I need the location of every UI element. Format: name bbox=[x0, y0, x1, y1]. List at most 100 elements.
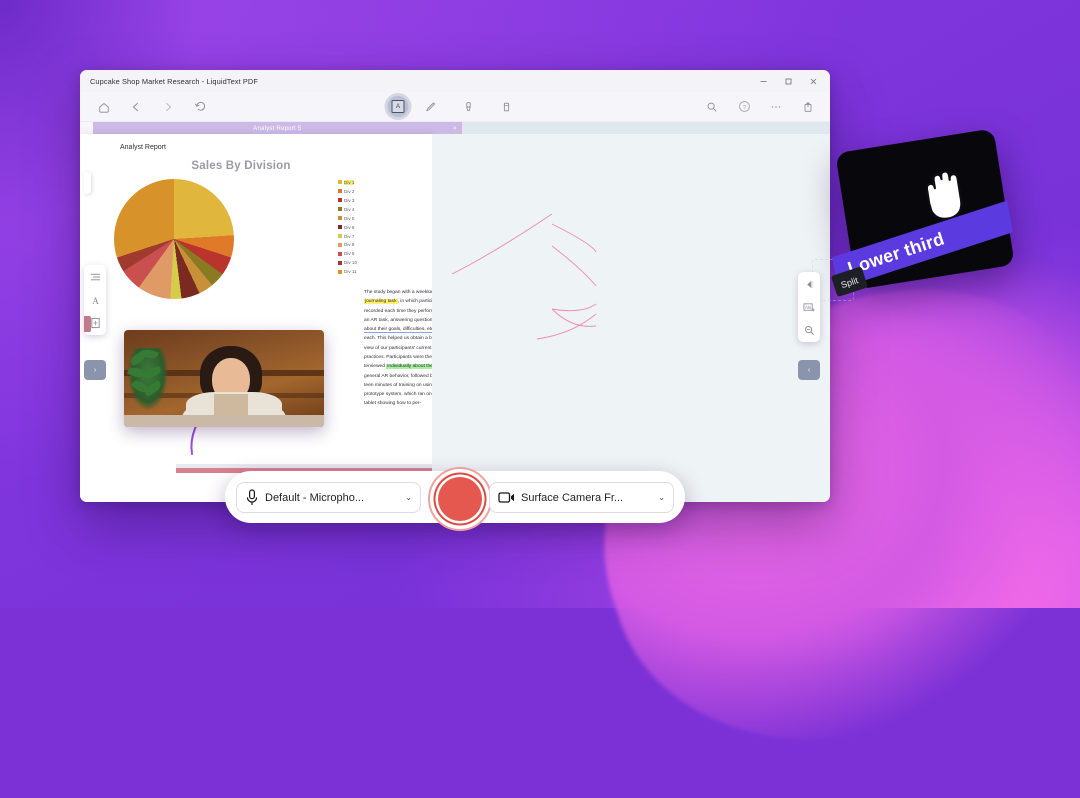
svg-text:A: A bbox=[92, 296, 99, 306]
legend-swatch bbox=[338, 242, 342, 247]
legend-label: Div 9 bbox=[344, 251, 355, 257]
document-text-line: recorded each time they performed bbox=[364, 308, 432, 314]
legend-item: Div 10 bbox=[338, 259, 357, 267]
record-button-inner bbox=[438, 477, 482, 521]
legend-item: Div 3 bbox=[338, 196, 357, 204]
legend-swatch bbox=[338, 225, 342, 230]
camera-selector[interactable]: Surface Camera Fr... ⌄ bbox=[489, 482, 674, 513]
highlighter-tool-icon[interactable] bbox=[453, 93, 485, 120]
legend-item: Div 8 bbox=[338, 241, 357, 249]
zoom-search-icon[interactable] bbox=[802, 323, 816, 337]
chevron-down-icon[interactable]: ⌄ bbox=[405, 493, 412, 502]
outline-list-icon[interactable] bbox=[88, 270, 102, 284]
toolbar-tool-group: A bbox=[387, 93, 523, 120]
microphone-icon bbox=[246, 489, 258, 505]
legend-label: Div 4 bbox=[344, 206, 355, 212]
workspace-canvas[interactable]: Results Project Report 4, p.1 bbox=[432, 134, 830, 502]
document-header: Analyst Report bbox=[120, 144, 166, 151]
help-icon[interactable]: ? bbox=[728, 93, 760, 120]
pen-tool-icon[interactable] bbox=[415, 93, 447, 120]
legend-label: Div 11 bbox=[344, 269, 357, 275]
legend-item: Div 11 bbox=[338, 268, 357, 276]
more-options-icon[interactable] bbox=[760, 93, 792, 120]
maximize-icon[interactable] bbox=[776, 70, 801, 92]
tab-close-icon[interactable]: × bbox=[453, 126, 457, 132]
legend-label: Div 10 bbox=[344, 260, 358, 266]
legend-label: Div 8 bbox=[344, 242, 355, 248]
legend-swatch bbox=[338, 234, 342, 238]
legend-swatch bbox=[338, 180, 342, 185]
workspace: Analyst Report Sales By Division Div 1 Di… bbox=[80, 134, 830, 502]
document-pane[interactable]: Analyst Report Sales By Division Div 1 Di… bbox=[80, 134, 432, 502]
split-label: Split bbox=[839, 275, 860, 291]
video-camera-icon bbox=[498, 492, 514, 503]
document-pane-handle[interactable] bbox=[84, 172, 91, 194]
plant-decor bbox=[126, 347, 168, 410]
svg-text:?: ? bbox=[742, 104, 746, 111]
legend-swatch bbox=[338, 269, 342, 274]
legend-item: Div 7 bbox=[338, 232, 357, 240]
document-pane-marker bbox=[84, 316, 91, 332]
minimize-icon[interactable] bbox=[751, 70, 776, 92]
ab-text-tool-icon[interactable]: AB bbox=[802, 300, 816, 314]
legend-swatch bbox=[338, 216, 342, 221]
collapse-panel-icon[interactable] bbox=[802, 277, 816, 291]
document-text-line: an AR task, answering questions bbox=[364, 317, 432, 323]
export-icon[interactable] bbox=[792, 93, 824, 120]
chevron-down-icon[interactable]: ⌄ bbox=[658, 493, 665, 502]
recording-control-bar: Default - Micropho... ⌄ Surface Camera F… bbox=[225, 467, 685, 531]
canvas-side-toolbar: AB bbox=[798, 272, 820, 342]
canvas-connector-lines bbox=[451, 213, 597, 340]
toolbar-nav-group bbox=[88, 93, 216, 120]
record-button[interactable] bbox=[428, 467, 492, 531]
microphone-selector[interactable]: Default - Micropho... ⌄ bbox=[236, 482, 421, 513]
document-text-line: view of our participants' current AR bbox=[364, 345, 432, 351]
app-window: Cupcake Shop Market Research - LiquidTex… bbox=[80, 70, 830, 502]
window-title: Cupcake Shop Market Research - LiquidTex… bbox=[90, 76, 258, 86]
legend-label: Div 5 bbox=[344, 215, 355, 221]
legend-label: Div 2 bbox=[344, 188, 355, 194]
document-text-line: The study began with a weeklong bbox=[364, 290, 432, 295]
legend-swatch bbox=[338, 207, 342, 212]
legend-item: Div 4 bbox=[338, 205, 357, 213]
lower-third-card[interactable]: Lower third Split bbox=[830, 128, 1015, 298]
legend-swatch bbox=[338, 189, 342, 194]
svg-text:AB: AB bbox=[805, 305, 811, 310]
pie-chart-slices bbox=[114, 179, 234, 299]
legend-item: Div 2 bbox=[338, 187, 357, 195]
document-text-line: practices. Participants were then in- bbox=[364, 354, 432, 360]
camera-label: Surface Camera Fr... bbox=[521, 491, 624, 504]
pie-chart-title: Sales By Division bbox=[191, 160, 291, 172]
legend-swatch bbox=[338, 198, 342, 203]
forward-arrow-icon[interactable] bbox=[152, 93, 184, 120]
webcam-preview[interactable] bbox=[124, 330, 324, 427]
canvas-toolbar-collapse-button[interactable]: ‹ bbox=[798, 360, 820, 380]
window-titlebar[interactable]: Cupcake Shop Market Research - LiquidTex… bbox=[80, 70, 830, 92]
eraser-tool-icon[interactable] bbox=[491, 93, 523, 120]
back-arrow-icon[interactable] bbox=[120, 93, 152, 120]
legend-label: Div 1 bbox=[344, 179, 355, 185]
highlight-green: individually about their bbox=[386, 364, 432, 370]
legend-label: Div 6 bbox=[344, 224, 355, 230]
select-text-tool-icon[interactable]: A bbox=[387, 96, 409, 117]
document-text-line: teen minutes of training on using the bbox=[364, 382, 432, 388]
document-toolbar-collapse-button[interactable]: › bbox=[84, 360, 106, 380]
undo-icon[interactable] bbox=[184, 93, 216, 120]
legend-item: Div 6 bbox=[338, 223, 357, 231]
document-text-line: each. This helped us obtain a baseline bbox=[364, 336, 432, 342]
text-tool-icon[interactable]: A bbox=[88, 293, 102, 307]
microphone-label: Default - Micropho... bbox=[265, 491, 365, 504]
highlight-yellow: journaling task bbox=[364, 299, 398, 305]
document-text-line: tablet showing how to per- bbox=[364, 401, 422, 407]
home-icon[interactable] bbox=[88, 93, 120, 120]
toolbar-action-group: ? bbox=[696, 93, 824, 120]
tab-label: Analyst Report 5 bbox=[253, 125, 302, 132]
pie-chart-legend: Div 1 Div 2 Div 3 Div 4 Div 5 Div 6 Div 7 Div 8… bbox=[338, 178, 357, 276]
close-icon[interactable] bbox=[801, 70, 826, 92]
search-icon[interactable] bbox=[696, 93, 728, 120]
legend-item: Div 9 bbox=[338, 250, 357, 258]
main-toolbar: A ? bbox=[80, 92, 830, 122]
legend-item: Div 5 bbox=[338, 214, 357, 222]
legend-label: Div 7 bbox=[344, 233, 355, 239]
document-text-line: about their goals, difficulties, etc. fo… bbox=[364, 327, 432, 334]
